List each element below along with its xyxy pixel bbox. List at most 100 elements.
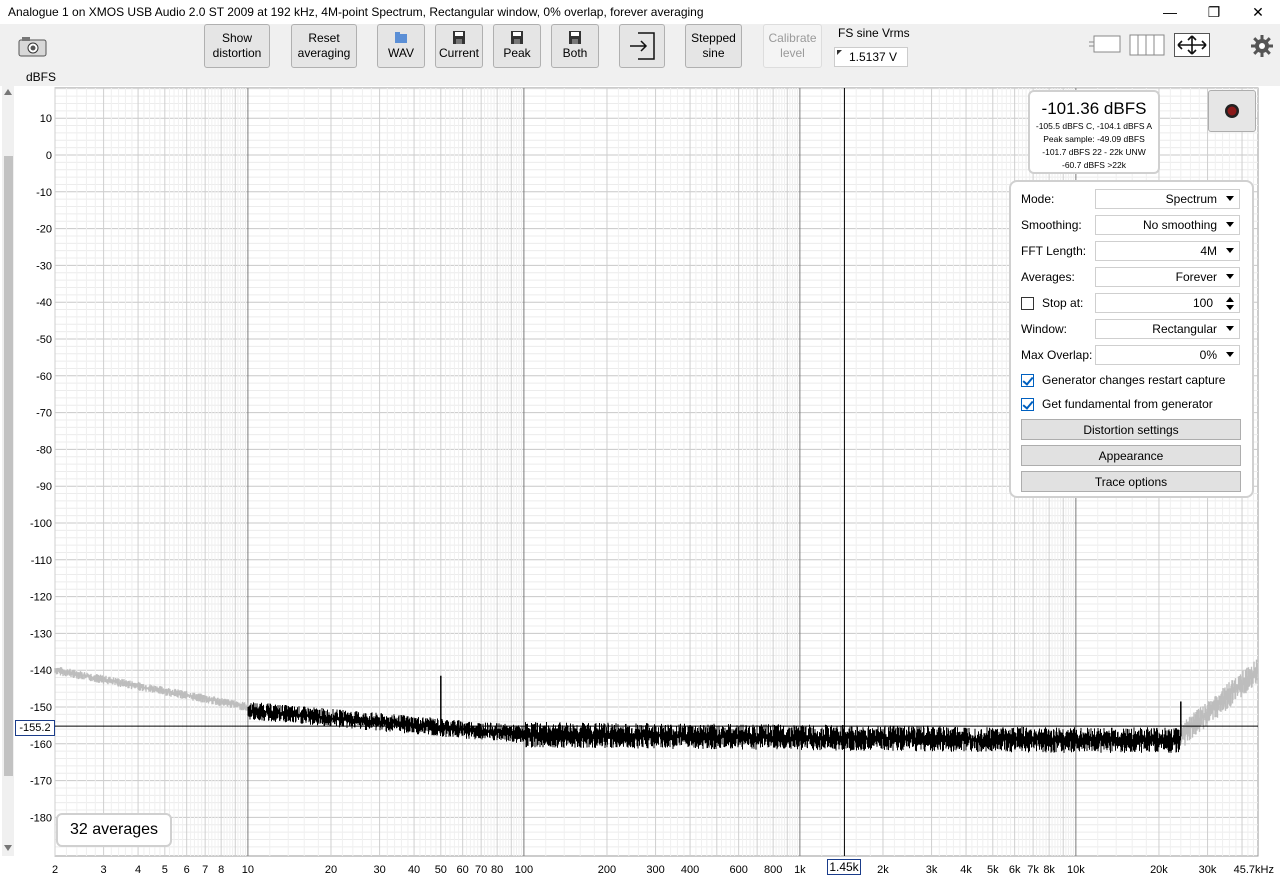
x-tick-label: 80 — [491, 864, 503, 876]
y-tick-label: -140 — [30, 665, 52, 677]
x-tick-label: 800 — [764, 864, 782, 876]
y-axis-unit-label: dBFS — [26, 70, 57, 84]
level-readout: -101.36 dBFS -105.5 dBFS C, -104.1 dBFS … — [1028, 90, 1160, 174]
wav-button[interactable]: WAV — [377, 24, 425, 68]
chevron-down-icon — [1226, 274, 1234, 279]
calibrate-level-button[interactable]: Calibrate level — [763, 24, 822, 68]
y-tick-label: -60 — [36, 371, 52, 383]
multi-view-icon[interactable] — [1128, 33, 1166, 57]
x-tick-label: 3k — [926, 864, 938, 876]
camera-icon[interactable] — [18, 35, 48, 57]
save-icon — [453, 31, 465, 44]
minimize-icon[interactable]: — — [1148, 0, 1192, 24]
both-label: Both — [562, 46, 588, 60]
fft-length-label: FFT Length: — [1021, 244, 1087, 258]
y-tick-label: -120 — [30, 592, 52, 604]
y-tick-label: -80 — [36, 444, 52, 456]
close-icon[interactable]: ✕ — [1236, 0, 1280, 24]
y-tick-label: -160 — [30, 739, 52, 751]
x-tick-label: 20k — [1150, 864, 1168, 876]
y-tick-label: -30 — [36, 260, 52, 272]
stop-at-spinner[interactable]: 100 — [1095, 293, 1240, 313]
x-tick-label: 70 — [475, 864, 487, 876]
x-tick-label: 600 — [729, 864, 747, 876]
window-title: Analogue 1 on XMOS USB Audio 2.0 ST 2009… — [8, 5, 704, 19]
distortion-settings-button[interactable]: Distortion settings — [1021, 419, 1241, 440]
x-tick-label: 8 — [218, 864, 224, 876]
single-view-icon[interactable] — [1088, 33, 1122, 57]
max-overlap-dropdown[interactable]: 0% — [1095, 345, 1240, 365]
fft-length-dropdown[interactable]: 4M — [1095, 241, 1240, 261]
y-tick-label: -130 — [30, 628, 52, 640]
mode-dropdown[interactable]: Spectrum — [1095, 189, 1240, 209]
x-tick-label: 8k — [1043, 864, 1055, 876]
x-tick-label: 2 — [52, 864, 58, 876]
x-tick-label: 7 — [202, 864, 208, 876]
stepped-sine-button[interactable]: Stepped sine — [685, 24, 742, 68]
chevron-down-icon — [1226, 222, 1234, 227]
y-tick-label: -170 — [30, 776, 52, 788]
x-axis-ticks: 2 3 4 5 6 7 8 10 20 30 40 50 60 70 80 100 200 300 400 600 80… — [52, 864, 1274, 876]
window-dropdown[interactable]: Rectangular — [1095, 319, 1240, 339]
x-tick-label: 200 — [598, 864, 616, 876]
stop-at-label: Stop at: — [1042, 296, 1084, 310]
fit-view-icon[interactable] — [1174, 33, 1210, 57]
x-tick-label: 30 — [373, 864, 385, 876]
record-button[interactable] — [1208, 90, 1256, 132]
x-tick-label: 60 — [457, 864, 469, 876]
toolbar: Show distortion Reset averaging WAV Curr… — [0, 24, 1280, 86]
y-tick-label: 10 — [40, 113, 52, 125]
x-tick-label: 4 — [135, 864, 141, 876]
fundamental-from-generator-label: Get fundamental from generator — [1042, 397, 1213, 411]
save-icon — [569, 31, 581, 44]
x-tick-label: 45.7kHz — [1234, 864, 1274, 876]
x-tick-label: 100 — [515, 864, 533, 876]
x-tick-label: 6 — [184, 864, 190, 876]
stop-at-value: 100 — [1192, 296, 1213, 310]
averages-dropdown[interactable]: Forever — [1095, 267, 1240, 287]
x-tick-label: 5k — [987, 864, 999, 876]
chevron-down-icon — [1226, 326, 1234, 331]
y-axis-ticks: 10 0 -10 -20 -30 -40 -50 -60 -70 -80 -90 -100 -110 -1… — [30, 113, 52, 824]
x-tick-label: 4k — [960, 864, 972, 876]
spinner-down-icon[interactable] — [1226, 305, 1234, 310]
trace-options-button[interactable]: Trace options — [1021, 471, 1241, 492]
x-tick-label: 30k — [1199, 864, 1217, 876]
import-icon — [630, 32, 655, 60]
import-button[interactable] — [619, 24, 665, 68]
x-tick-label: 7k — [1027, 864, 1039, 876]
x-tick-label: 20 — [325, 864, 337, 876]
averages-count-badge: 32 averages — [56, 813, 172, 847]
stop-at-checkbox[interactable] — [1021, 296, 1034, 310]
generator-restart-row: Generator changes restart capture — [1021, 370, 1225, 390]
appearance-button[interactable]: Appearance — [1021, 445, 1241, 466]
restore-icon[interactable]: ❐ — [1192, 0, 1236, 24]
smoothing-dropdown[interactable]: No smoothing — [1095, 215, 1240, 235]
y-tick-label: -50 — [36, 334, 52, 346]
generator-restart-label: Generator changes restart capture — [1042, 373, 1226, 387]
reset-averaging-button[interactable]: Reset averaging — [291, 24, 357, 68]
fundamental-from-generator-checkbox[interactable] — [1021, 397, 1034, 411]
reset-averaging-label: Reset averaging — [297, 31, 351, 60]
fs-sine-value: 1.5137 V — [849, 50, 898, 64]
x-tick-label: 6k — [1009, 864, 1021, 876]
spinner-up-icon[interactable] — [1226, 297, 1234, 302]
chevron-down-icon — [1226, 352, 1234, 357]
save-peak-button[interactable]: Peak — [493, 24, 541, 68]
x-tick-label: 40 — [408, 864, 420, 876]
gear-icon[interactable] — [1250, 34, 1274, 58]
fs-sine-label: FS sine Vrms — [838, 26, 910, 40]
y-tick-label: 0 — [46, 150, 52, 162]
generator-restart-checkbox[interactable] — [1021, 373, 1034, 387]
current-label: Current — [438, 46, 479, 60]
save-both-button[interactable]: Both — [551, 24, 599, 68]
x-tick-label: 2k — [877, 864, 889, 876]
show-distortion-button[interactable]: Show distortion — [204, 24, 270, 68]
mode-label: Mode: — [1021, 192, 1055, 206]
x-tick-label: 300 — [646, 864, 664, 876]
cursor-y-readout: -155.2 — [15, 720, 55, 736]
save-current-button[interactable]: Current — [435, 24, 483, 68]
fs-sine-value-field[interactable]: 1.5137 V — [834, 47, 908, 67]
y-tick-label: -70 — [36, 408, 52, 420]
y-tick-label: -150 — [30, 702, 52, 714]
